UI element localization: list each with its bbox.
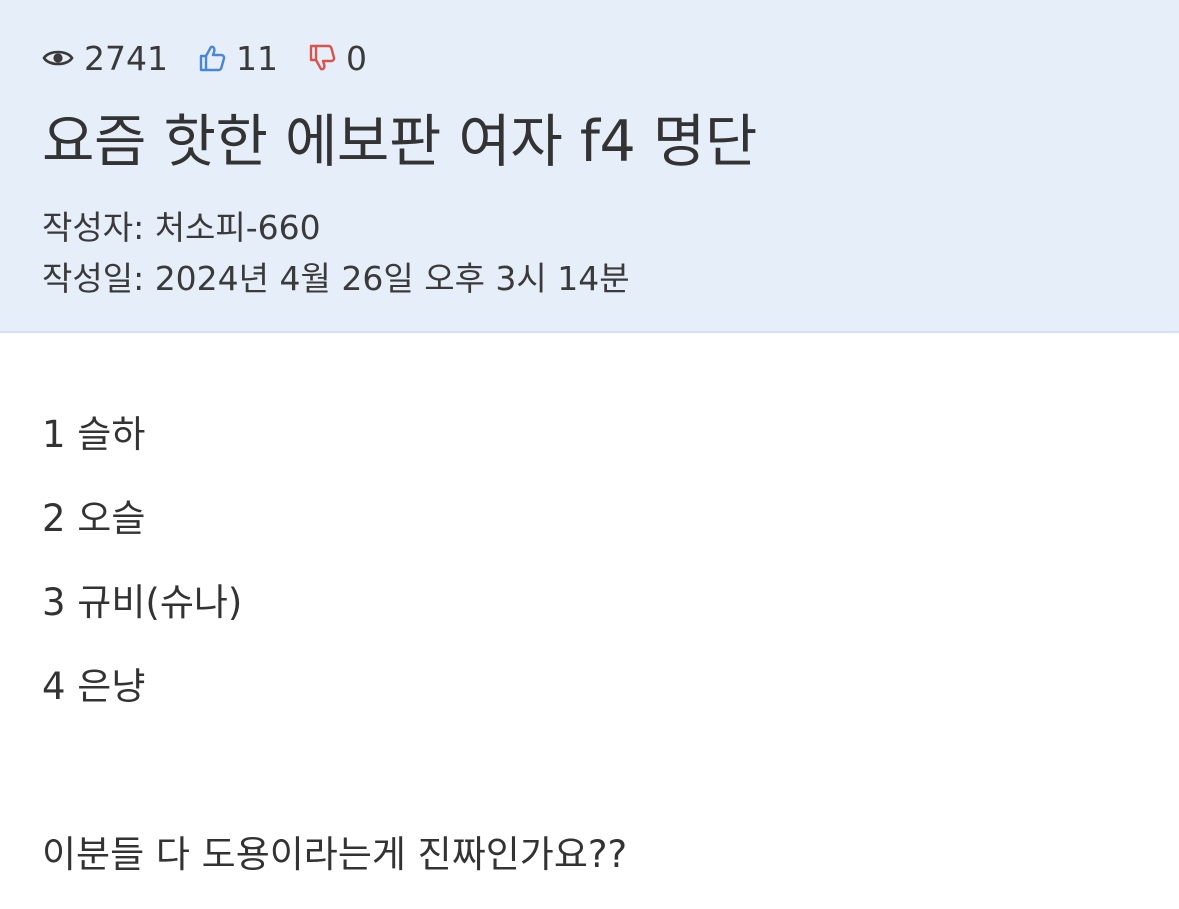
- like-count-value: 11: [235, 38, 278, 78]
- list-item: 3 규비(슈나): [42, 581, 243, 624]
- post-stats: 2741 11 0: [42, 36, 397, 80]
- post-author: 작성자: 처소피-660: [42, 208, 321, 247]
- post-question: 이분들 다 도용이라는게 진짜인가요??: [42, 833, 628, 876]
- dislike-count[interactable]: 0: [308, 39, 367, 78]
- post-title: 요즘 핫한 에보판 여자 f4 명단: [42, 109, 757, 175]
- view-count-value: 2741: [84, 38, 168, 78]
- like-count[interactable]: 11: [198, 39, 278, 78]
- eye-icon: [42, 50, 74, 66]
- post-header: 2741 11 0 요즘 핫한 에보판 여자 f4 명단 작성자: 처소피-66…: [0, 0, 1179, 333]
- list-item: 1 슬하: [42, 413, 146, 456]
- dislike-count-value: 0: [345, 38, 367, 78]
- post-date: 작성일: 2024년 4월 26일 오후 3시 14분: [42, 259, 630, 298]
- list-item: 2 오슬: [42, 497, 146, 540]
- view-count: 2741: [42, 39, 168, 78]
- thumbs-up-icon: [199, 45, 226, 72]
- list-item: 4 은냥: [42, 665, 146, 708]
- thumbs-down-icon: [309, 44, 336, 71]
